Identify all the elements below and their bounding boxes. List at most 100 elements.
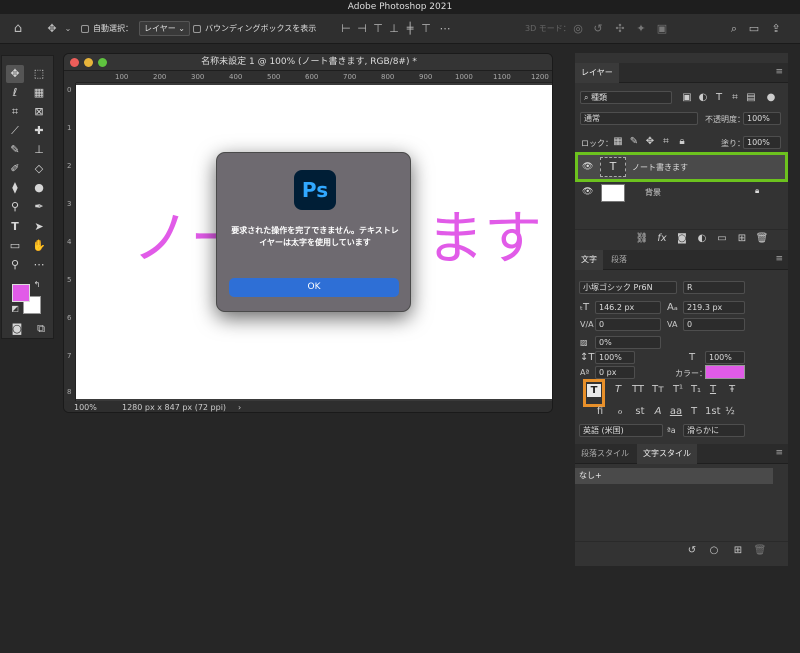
subscript-icon[interactable]: T₁ [689,384,703,395]
hand-tool-icon[interactable]: ✋ [30,237,48,255]
tab-paragraph[interactable]: 段落 [605,250,633,270]
tracking-field[interactable]: 0 [683,318,745,331]
zoom-level[interactable]: 100% [74,401,97,412]
align-center-icon[interactable]: ⊣ [354,21,370,37]
brush-tool-icon[interactable]: ✎ [6,141,24,159]
text-color-swatch[interactable] [705,365,745,379]
ligatures-icon[interactable]: fi [593,406,607,417]
layer-name[interactable]: ノート書きます [632,162,688,173]
type-tool-icon[interactable]: T [6,218,24,236]
bbox-option[interactable]: バウンディングボックスを表示 [193,14,316,44]
auto-select-checkbox[interactable] [81,24,89,33]
tab-character-styles[interactable]: 文字スタイル [637,444,697,464]
document-title-bar[interactable]: 名称未設定 1 @ 100% (ノート書きます, RGB/8#) * [64,54,552,71]
all-caps-icon[interactable]: TT [631,384,645,395]
style-item-none[interactable]: なし+ [575,468,773,484]
tab-layers[interactable]: レイヤー [575,63,619,83]
layer-filter-dropdown[interactable]: ⌕ 種類 [580,91,672,104]
delete-style-icon[interactable]: 🗑︎ [753,545,767,556]
quick-mask-icon[interactable]: ◙ [8,320,26,338]
bbox-checkbox[interactable] [193,24,201,33]
alternates-icon[interactable]: ℴ [613,406,627,417]
stylistic-alternates-icon[interactable]: aa [669,406,683,417]
tab-character[interactable]: 文字 [575,250,603,270]
paint-bucket-icon[interactable]: ⧫ [6,179,24,197]
clear-override-icon[interactable]: ↺ [685,545,699,556]
frame-tool-icon[interactable]: ⊠ [30,103,48,121]
eyedropper-icon[interactable]: ⟋ [6,122,24,140]
opacity-field[interactable]: 100% [743,112,781,125]
faux-italic-icon[interactable]: T [611,384,625,395]
font-size-field[interactable]: 146.2 px [595,301,661,314]
align-middle-icon[interactable]: ╪ [402,21,418,37]
home-icon[interactable]: ⌂ [10,21,26,37]
strikethrough-icon[interactable]: Ŧ [725,384,739,395]
ordinals-icon[interactable]: 1st [705,406,721,417]
healing-brush-icon[interactable]: ✚ [30,122,48,140]
lasso-tool-icon[interactable]: ℓ [6,84,24,102]
superscript-icon[interactable]: T¹ [671,384,685,395]
new-style-icon[interactable]: ⊞ [731,545,745,556]
panel-menu-icon[interactable]: ≡ [775,449,783,458]
blur-tool-icon[interactable]: ● [30,179,48,197]
titling-alternates-icon[interactable]: T [687,406,701,417]
tab-paragraph-styles[interactable]: 段落スタイル [575,444,635,464]
3d-orbit-icon[interactable]: ◎ [570,21,586,37]
swap-colors-icon[interactable]: ↰ [32,280,42,290]
language-dropdown[interactable]: 英語 (米国) [579,424,663,437]
crop-tool-icon[interactable]: ⌗ [6,103,24,121]
object-select-icon[interactable]: ▦ [30,84,48,102]
auto-select-dropdown[interactable]: レイヤー ⌄ [139,14,191,44]
marquee-tool-icon[interactable]: ⬚ [30,65,48,83]
default-colors-icon[interactable]: ◩ [10,304,20,314]
visibility-eye-icon[interactable]: 👁︎ [582,162,593,172]
font-family-dropdown[interactable]: 小塚ゴシック Pr6N [579,281,677,294]
filter-toggle-icon[interactable]: ● [764,92,778,103]
faux-bold-icon[interactable]: T [587,384,601,397]
fx-icon[interactable]: fx [655,233,669,244]
lock-paint-icon[interactable]: ✎ [627,136,641,147]
new-layer-icon[interactable]: ⊞ [735,233,749,244]
search-icon[interactable]: ⌕ [726,21,742,37]
font-style-dropdown[interactable]: R [683,281,745,294]
panel-menu-icon[interactable]: ≡ [775,68,783,77]
eraser-icon[interactable]: ◇ [30,160,48,178]
rectangle-tool-icon[interactable]: ▭ [6,237,24,255]
dodge-tool-icon[interactable]: ⚲ [6,198,24,216]
discretionary-ligatures-icon[interactable]: st [633,406,647,417]
3d-slide-icon[interactable]: ✦ [633,21,649,37]
close-button[interactable] [70,58,79,67]
adjustment-layer-icon[interactable]: ◐ [695,233,709,244]
chevron-down-icon[interactable]: ⌄ [60,21,76,37]
lock-all-icon[interactable]: 🔒︎ [675,136,689,147]
move-tool-icon[interactable]: ✥ [6,65,24,83]
filter-pixel-icon[interactable]: ▣ [680,92,694,103]
small-caps-icon[interactable]: Tт [651,384,665,395]
vertical-scale-field[interactable]: 100% [595,351,635,364]
align-top-icon[interactable]: ⊥ [386,21,402,37]
underline-icon[interactable]: T [706,384,720,395]
share-icon[interactable]: ⇪ [768,21,784,37]
horizontal-scale-field[interactable]: 100% [705,351,745,364]
redefine-style-icon[interactable]: ○ [707,545,721,556]
group-icon[interactable]: ▭ [715,233,729,244]
align-bottom-icon[interactable]: ⊤ [418,21,434,37]
delete-layer-icon[interactable]: 🗑︎ [755,233,769,244]
3d-scale-icon[interactable]: ▣ [654,21,670,37]
leading-field[interactable]: 219.3 px [683,301,745,314]
move-tool-icon[interactable]: ✥ [44,21,60,37]
horizontal-ruler[interactable]: 100 200 300 400 500 600 700 800 900 1000… [76,71,552,83]
filter-smart-icon[interactable]: ▤ [744,92,758,103]
status-menu-arrow-icon[interactable]: › [238,401,241,412]
filter-adjust-icon[interactable]: ◐ [696,92,710,103]
fill-field[interactable]: 100% [743,136,781,149]
zoom-tool-icon[interactable]: ⚲ [6,256,24,274]
auto-select-option[interactable]: 自動選択： [81,14,133,44]
3d-roll-icon[interactable]: ↺ [590,21,606,37]
layer-row-background[interactable]: 👁︎ 背景 🔒︎ [575,180,788,206]
screen-mode-icon[interactable]: ⧉ [32,320,50,338]
ok-button[interactable]: OK [229,278,399,297]
layer-name[interactable]: 背景 [645,187,661,198]
distribute-icon[interactable]: ⋯ [437,21,453,37]
filter-type-icon[interactable]: T [712,92,726,103]
